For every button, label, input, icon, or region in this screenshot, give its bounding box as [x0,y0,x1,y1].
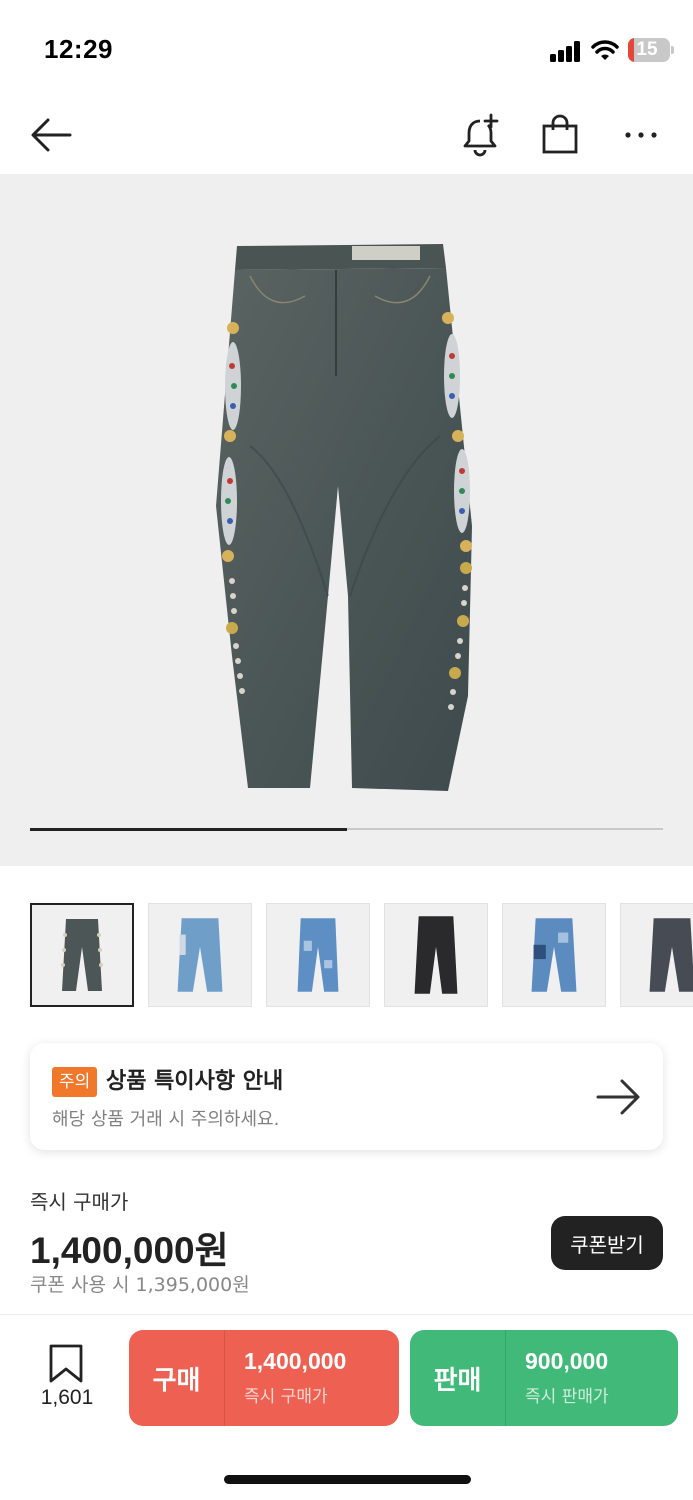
back-button[interactable] [26,110,76,160]
product-image-carousel[interactable] [0,174,693,866]
divider [0,1314,693,1315]
signal-icon [550,40,582,62]
thumbnail-strip[interactable] [30,903,693,1007]
thumbnail-jeans-icon [649,918,693,992]
buy-sub-label: 즉시 구매가 [244,1387,328,1407]
status-bar: 12:29 15 [0,0,693,100]
thumbnail-1[interactable] [30,903,134,1007]
bookmark-button[interactable]: 1,601 [28,1340,106,1416]
buy-price: 1,400,000 [244,1348,347,1374]
top-nav [0,100,693,174]
sell-sub-label: 즉시 판매가 [525,1387,609,1407]
thumbnail-jeans-icon [61,919,103,991]
wifi-icon [591,40,619,60]
price-label: 즉시 구매가 [30,1190,129,1214]
bell-plus-icon [463,113,499,157]
buy-button[interactable]: 구매 1,400,000 즉시 구매가 [129,1330,399,1426]
shopping-bag-icon [542,114,578,154]
bookmark-icon [49,1344,83,1383]
cart-button[interactable] [535,110,585,160]
thumbnail-6[interactable] [620,903,693,1007]
bookmark-count: 1,601 [40,1386,94,1409]
sell-button[interactable]: 판매 900,000 즉시 판매가 [410,1330,678,1426]
product-jeans-image [216,244,472,791]
coupon-price: 쿠폰 사용 시 1,395,000원 [30,1274,250,1296]
thumbnail-4[interactable] [384,903,488,1007]
more-button[interactable] [616,110,666,160]
thumbnail-3[interactable] [266,903,370,1007]
more-dots-icon [625,132,657,138]
notification-button[interactable] [455,110,505,160]
arrow-right-icon [596,1079,640,1115]
buy-divider [224,1330,225,1426]
thumbnail-jeans-icon [297,918,339,992]
sell-label: 판매 [433,1365,482,1396]
caution-badge: 주의 [52,1067,98,1097]
image-progress-fill [30,827,347,831]
thumbnail-5[interactable] [502,903,606,1007]
notice-title: 상품 특이사항 안내 [106,1069,284,1094]
battery-icon: 15 [628,38,670,62]
battery-level: 15 [636,39,658,60]
sell-divider [505,1330,506,1426]
notice-subtitle: 해당 상품 거래 시 주의하세요. [52,1109,280,1130]
buy-now-price: 1,400,000원 [30,1230,229,1271]
buy-label: 구매 [152,1365,201,1396]
back-arrow-icon [31,118,72,152]
thumbnail-2[interactable] [148,903,252,1007]
thumbnail-jeans-icon [177,918,223,992]
image-progress-bar [30,827,663,831]
home-indicator [224,1475,471,1484]
thumbnail-jeans-icon [531,918,577,992]
thumbnail-jeans-icon [414,916,458,994]
product-notice-card[interactable]: 주의 상품 특이사항 안내 해당 상품 거래 시 주의하세요. [30,1043,663,1150]
sell-price: 900,000 [525,1348,609,1374]
get-coupon-button[interactable]: 쿠폰받기 [551,1216,663,1270]
battery-cap [671,46,674,54]
status-time: 12:29 [44,34,113,64]
